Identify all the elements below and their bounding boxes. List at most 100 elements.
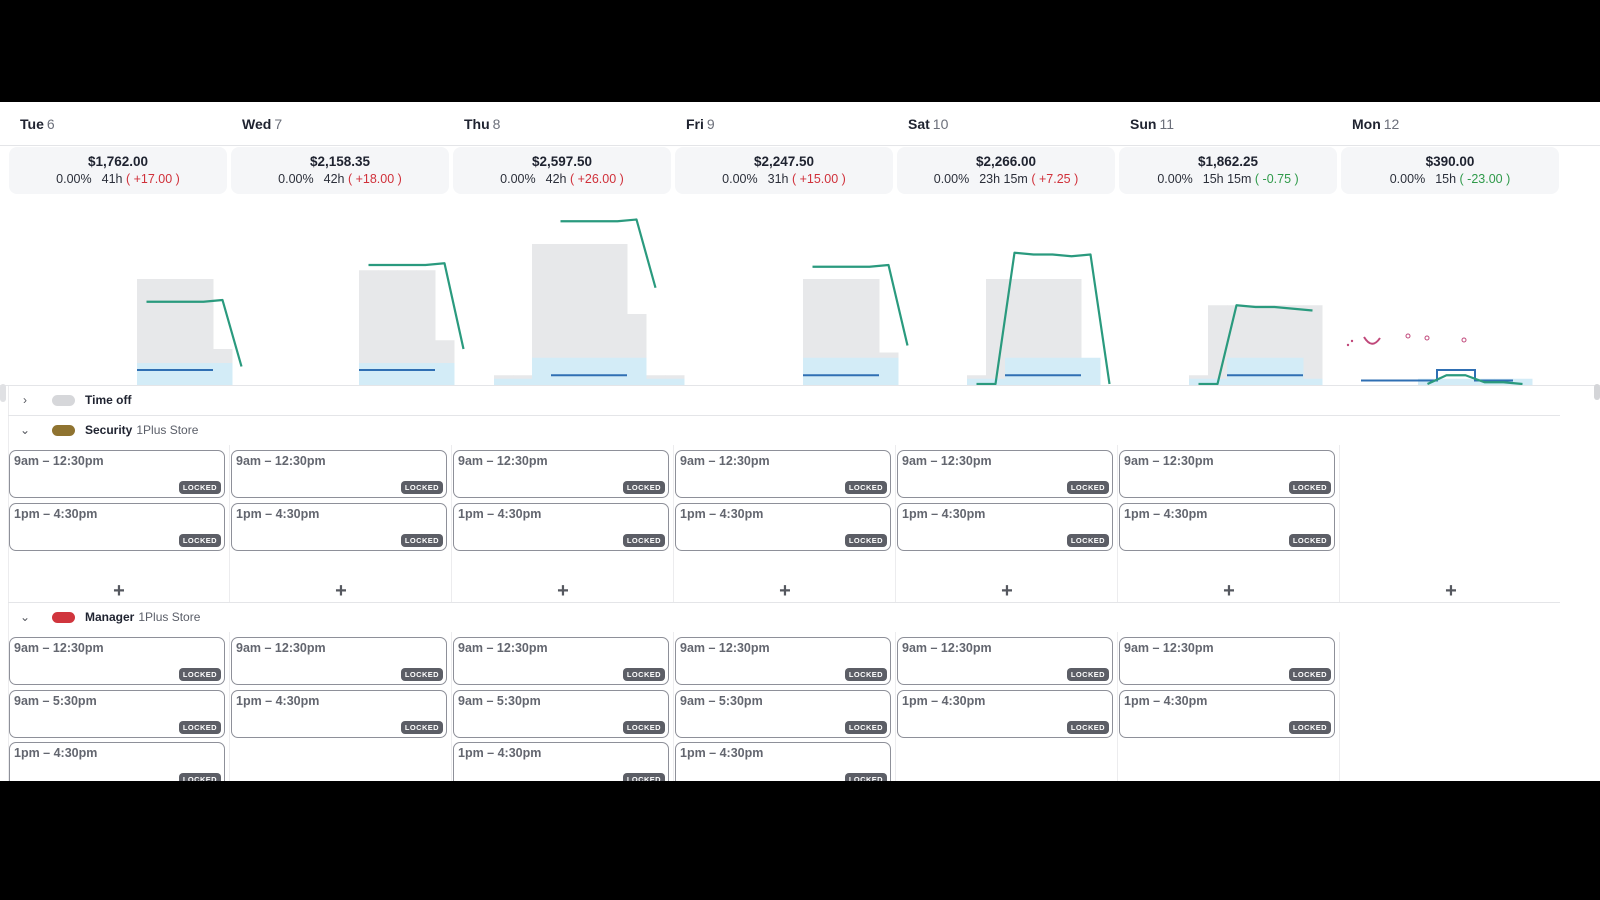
add-shift-button[interactable]: + xyxy=(104,581,134,601)
header-divider xyxy=(0,145,1600,146)
shift-card[interactable]: 9am – 5:30pm LOCKED xyxy=(453,689,669,738)
shift-time: 9am – 12:30pm xyxy=(236,454,326,468)
locked-badge: LOCKED xyxy=(1288,668,1331,681)
shift-card[interactable]: 1pm – 4:30pm LOCKED xyxy=(231,689,447,738)
shift-card[interactable]: 1pm – 4:30pm LOCKED xyxy=(9,502,225,551)
hours-delta: ( +15.00 ) xyxy=(791,172,846,186)
shift-time: 1pm – 4:30pm xyxy=(14,746,98,760)
locked-badge: LOCKED xyxy=(844,533,887,547)
group-row-time-off[interactable]: › Time off xyxy=(8,386,1560,414)
day-number: 8 xyxy=(492,116,501,132)
group-location: 1Plus Store xyxy=(136,423,199,437)
group-row-manager[interactable]: ⌄ Manager 1Plus Store xyxy=(8,603,1560,631)
shift-card[interactable]: 9am – 5:30pm LOCKED xyxy=(9,689,225,738)
day-header-fri[interactable]: Fri 9 xyxy=(686,116,715,132)
locked-badge: LOCKED xyxy=(1288,720,1331,734)
base-bar-tue xyxy=(213,363,233,386)
add-shift-button[interactable]: + xyxy=(992,581,1022,601)
scheduled-bar-sun xyxy=(1303,305,1323,386)
shift-card[interactable]: 9am – 12:30pm LOCKED xyxy=(9,450,225,498)
chevron-down-icon[interactable]: ⌄ xyxy=(18,610,32,624)
locked-badge: LOCKED xyxy=(400,668,443,681)
shift-card[interactable]: 1pm – 4:30pm LOCKED xyxy=(1119,689,1335,738)
group-name: Time off xyxy=(85,393,132,407)
labor-percent: 0.00% xyxy=(1157,172,1193,186)
shift-card[interactable]: 9am – 12:30pm LOCKED xyxy=(453,450,669,498)
locked-badge: LOCKED xyxy=(1066,668,1109,681)
day-of-week: Sat xyxy=(908,116,930,132)
column-divider xyxy=(229,632,230,781)
locked-badge: LOCKED xyxy=(400,481,443,494)
forecast-marker xyxy=(1424,335,1430,341)
shift-card[interactable]: 9am – 12:30pm LOCKED xyxy=(897,450,1113,498)
shift-card[interactable]: 1pm – 4:30pm LOCKED xyxy=(675,502,891,551)
locked-badge: LOCKED xyxy=(622,533,665,547)
shift-card[interactable]: 1pm – 4:30pm LOCKED xyxy=(897,502,1113,551)
shift-card[interactable]: 9am – 12:30pm LOCKED xyxy=(231,450,447,498)
forecast-marker xyxy=(1461,337,1467,343)
day-header-tue[interactable]: Tue 6 xyxy=(20,116,55,132)
shift-card[interactable]: 9am – 12:30pm LOCKED xyxy=(1119,637,1335,685)
shift-time: 1pm – 4:30pm xyxy=(902,506,986,521)
shift-time: 1pm – 4:30pm xyxy=(902,693,986,708)
base-bar-thu xyxy=(551,357,571,386)
group-row-security[interactable]: ⌄ Security 1Plus Store xyxy=(8,416,1560,444)
base-bar-wed xyxy=(397,363,417,386)
shift-card[interactable]: 9am – 5:30pm LOCKED xyxy=(675,689,891,738)
add-shift-button[interactable]: + xyxy=(548,581,578,601)
locked-badge: LOCKED xyxy=(178,668,221,681)
locked-badge: LOCKED xyxy=(844,668,887,681)
shift-card[interactable]: 1pm – 4:30pm LOCKED xyxy=(1119,502,1335,551)
chart-scrollbar[interactable] xyxy=(1594,384,1600,400)
add-shift-button[interactable]: + xyxy=(1436,581,1466,601)
shift-time: 9am – 12:30pm xyxy=(680,641,770,655)
summary-card-mon: $390.00 0.00% 15h ( -23.00 ) xyxy=(1341,147,1559,194)
shift-card[interactable]: 9am – 12:30pm LOCKED xyxy=(9,637,225,685)
base-bar-tue xyxy=(156,363,176,386)
add-shift-button[interactable]: + xyxy=(1214,581,1244,601)
summary-card-fri: $2,247.50 0.00% 31h ( +15.00 ) xyxy=(675,147,893,194)
scheduled-hours: 31h xyxy=(767,172,789,186)
summary-card-sat: $2,266.00 0.00% 23h 15m ( +7.25 ) xyxy=(897,147,1115,194)
shift-card[interactable]: 1pm – 4:30pm LOCKED xyxy=(675,742,891,781)
shift-card[interactable]: 1pm – 4:30pm LOCKED xyxy=(453,502,669,551)
shift-card[interactable]: 1pm – 4:30pm LOCKED xyxy=(231,502,447,551)
shift-card[interactable]: 9am – 12:30pm LOCKED xyxy=(897,637,1113,685)
left-scroll-handle[interactable] xyxy=(0,384,6,402)
group-location: 1Plus Store xyxy=(138,610,201,624)
base-bar-tue xyxy=(175,363,195,386)
day-header-sun[interactable]: Sun 11 xyxy=(1130,116,1174,132)
locked-badge: LOCKED xyxy=(178,720,221,734)
shift-time: 9am – 5:30pm xyxy=(458,693,541,708)
shift-card[interactable]: 9am – 12:30pm LOCKED xyxy=(1119,450,1335,498)
add-shift-button[interactable]: + xyxy=(770,581,800,601)
chevron-right-icon[interactable]: › xyxy=(18,393,32,407)
day-header-sat[interactable]: Sat 10 xyxy=(908,116,948,132)
column-divider xyxy=(1339,632,1340,781)
shift-time: 1pm – 4:30pm xyxy=(1124,506,1208,521)
shift-card[interactable]: 1pm – 4:30pm LOCKED xyxy=(9,742,225,781)
base-bar-sun xyxy=(1284,357,1304,386)
shift-time: 9am – 12:30pm xyxy=(1124,454,1214,468)
day-header-thu[interactable]: Thu 8 xyxy=(464,116,500,132)
forecast-curve xyxy=(1363,336,1381,345)
day-header-wed[interactable]: Wed 7 xyxy=(242,116,282,132)
shift-card[interactable]: 9am – 12:30pm LOCKED xyxy=(675,637,891,685)
shift-card[interactable]: 9am – 12:30pm LOCKED xyxy=(453,637,669,685)
column-divider xyxy=(895,632,896,781)
base-bar-thu xyxy=(532,357,552,386)
day-header-mon[interactable]: Mon 12 xyxy=(1352,116,1399,132)
shift-time: 9am – 12:30pm xyxy=(680,454,770,468)
column-divider xyxy=(1117,445,1118,602)
base-bar-tue xyxy=(194,363,214,386)
day-of-week: Wed xyxy=(242,116,272,132)
locked-badge: LOCKED xyxy=(622,668,665,681)
scheduled-hours: 41h xyxy=(101,172,123,186)
scheduled-hours: 42h xyxy=(323,172,345,186)
shift-card[interactable]: 9am – 12:30pm LOCKED xyxy=(675,450,891,498)
chevron-down-icon[interactable]: ⌄ xyxy=(18,423,32,437)
shift-card[interactable]: 1pm – 4:30pm LOCKED xyxy=(897,689,1113,738)
shift-card[interactable]: 1pm – 4:30pm LOCKED xyxy=(453,742,669,781)
shift-card[interactable]: 9am – 12:30pm LOCKED xyxy=(231,637,447,685)
add-shift-button[interactable]: + xyxy=(326,581,356,601)
